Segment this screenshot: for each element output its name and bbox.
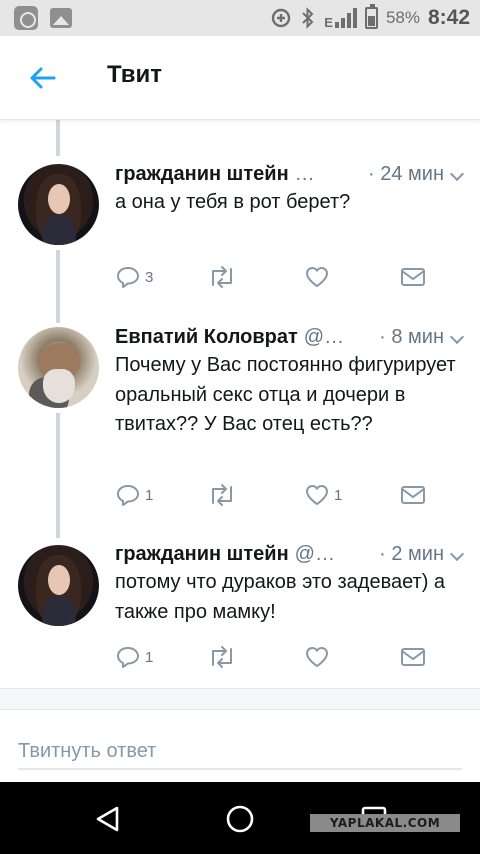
envelope-icon <box>401 486 425 504</box>
reply-input[interactable] <box>18 734 462 770</box>
system-navigation-bar: YAPLAKAL.COM <box>0 782 480 854</box>
like-button[interactable]: 1 <box>304 482 342 508</box>
reply-button[interactable]: 1 <box>115 482 153 508</box>
nav-home-button[interactable] <box>225 804 255 834</box>
home-circle-icon <box>226 805 254 833</box>
like-count: 1 <box>334 486 343 504</box>
reply-composer <box>0 710 480 782</box>
author-handle[interactable]: @… <box>304 326 344 349</box>
author-name[interactable]: гражданин штейн <box>115 543 289 566</box>
tweet[interactable]: Евпатий Коловрат @… · 8 мин Почему у Вас… <box>0 320 480 532</box>
status-bar-notifications <box>14 6 72 30</box>
retweet-button[interactable] <box>207 644 241 670</box>
heart-icon <box>306 485 328 505</box>
tweet-header: Евпатий Коловрат @… · 8 мин <box>115 323 464 351</box>
status-clock: 8:42 <box>427 6 470 29</box>
arrow-left-icon <box>30 67 56 89</box>
data-saver-icon <box>272 8 291 28</box>
tweet-text: потому что дураков это задевает) а также… <box>115 571 446 623</box>
battery-percent: 58% <box>385 8 420 27</box>
retweet-icon <box>212 484 232 506</box>
tweet-text: а она у тебя в рот берет? <box>115 191 351 213</box>
section-divider <box>0 688 480 710</box>
bluetooth-icon <box>302 7 314 29</box>
battery-fill <box>367 15 375 26</box>
retweet-icon <box>212 266 232 288</box>
avatar[interactable] <box>18 545 99 626</box>
direct-message-button[interactable] <box>400 264 426 290</box>
retweet-button[interactable] <box>207 482 241 508</box>
author-name[interactable]: Евпатий Коловрат <box>115 326 298 349</box>
back-button[interactable] <box>26 64 60 92</box>
network-type-label: E <box>324 15 333 30</box>
tweet-actions: 1 <box>115 644 435 670</box>
heart-icon <box>306 267 328 287</box>
direct-message-button[interactable] <box>400 482 426 508</box>
reply-count: 1 <box>145 648 154 666</box>
envelope-icon <box>401 648 425 666</box>
retweet-icon <box>212 646 232 668</box>
reply-icon <box>117 485 139 506</box>
status-bar: E 58% 8:42 <box>0 0 480 36</box>
author-handle[interactable]: @… <box>295 543 335 566</box>
nav-back-button[interactable] <box>93 804 123 834</box>
tweet-actions: 1 1 <box>115 482 435 508</box>
tweet-actions: 3 <box>115 264 435 290</box>
retweet-button[interactable] <box>207 264 241 290</box>
site-watermark: YAPLAKAL.COM <box>310 814 460 832</box>
signal-icon <box>334 8 357 28</box>
author-handle[interactable]: … <box>295 163 315 186</box>
like-button[interactable] <box>304 644 334 670</box>
tweet-header: гражданин штейн … · 24 мин <box>115 160 464 188</box>
reply-count: 1 <box>145 486 154 504</box>
back-triangle-icon <box>96 806 119 832</box>
page-title: Твит <box>107 61 163 88</box>
author-name[interactable]: гражданин штейн <box>115 163 289 186</box>
reply-icon <box>117 647 139 668</box>
direct-message-button[interactable] <box>400 644 426 670</box>
reply-icon <box>117 267 139 288</box>
tweet-text: Почему у Вас постоянно фигурирует оральн… <box>115 354 456 435</box>
battery-icon <box>364 4 378 29</box>
tweet-header: гражданин штейн @… · 2 мин <box>115 540 464 568</box>
tweet-thread: гражданин штейн … · 24 мин а она у тебя … <box>0 120 480 688</box>
avatar[interactable] <box>18 164 99 245</box>
gallery-icon <box>50 8 72 28</box>
avatar[interactable] <box>18 327 99 408</box>
reply-button[interactable]: 1 <box>115 644 153 670</box>
reply-count: 3 <box>145 268 154 286</box>
app-notification-icon <box>14 6 38 30</box>
tweet-time: · 24 мин <box>368 162 444 185</box>
status-bar-system: E 58% 8:42 <box>270 4 470 32</box>
like-button[interactable] <box>304 264 334 290</box>
heart-icon <box>306 647 328 667</box>
tweet[interactable]: гражданин штейн … · 24 мин а она у тебя … <box>0 120 480 320</box>
app-header: Твит <box>0 36 480 120</box>
reply-button[interactable]: 3 <box>115 264 153 290</box>
tweet[interactable]: гражданин штейн @… · 2 мин потому что ду… <box>0 532 480 688</box>
tweet-time: · 8 мин <box>379 325 444 348</box>
tweet-time: · 2 мин <box>379 542 444 565</box>
envelope-icon <box>401 268 425 286</box>
